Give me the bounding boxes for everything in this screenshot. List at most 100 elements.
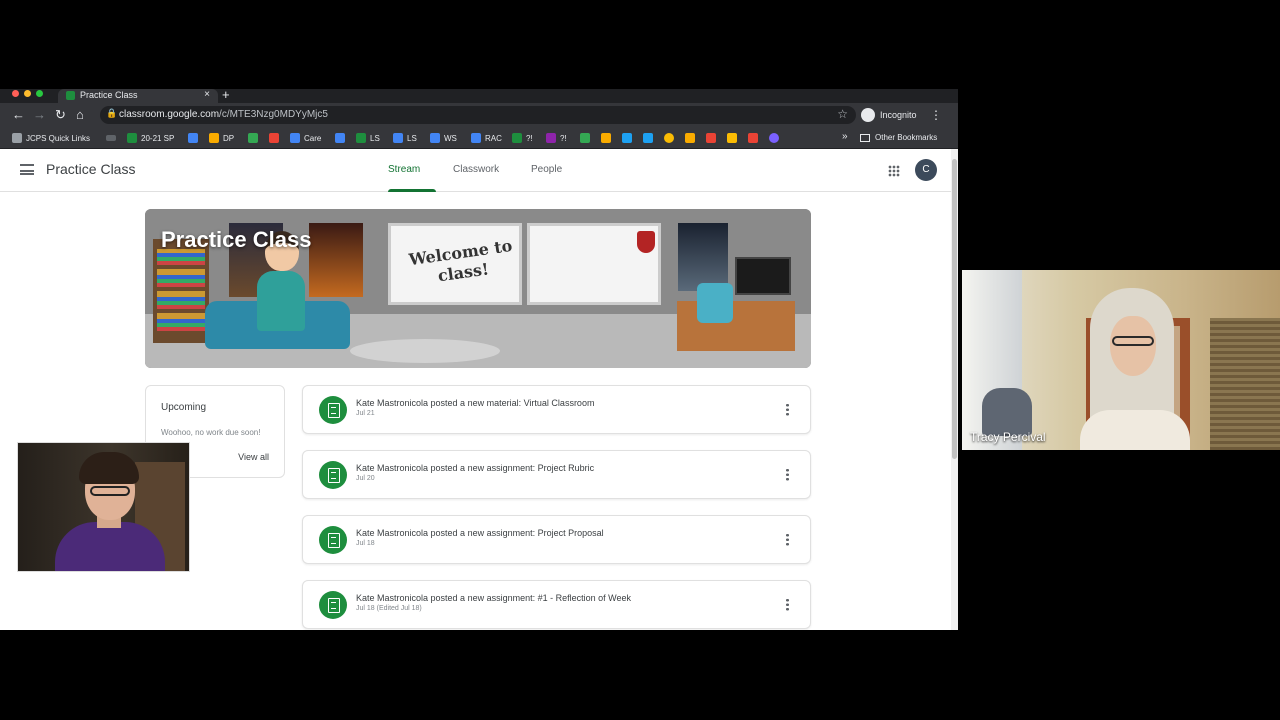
folder-icon (209, 133, 219, 143)
app-icon[interactable] (685, 133, 695, 143)
stream-post[interactable]: Kate Mastronicola posted a new assignmen… (302, 450, 811, 499)
back-arrow-icon[interactable]: ← (12, 107, 25, 123)
home-icon[interactable]: ⌂ (76, 107, 84, 123)
apps-icon (12, 133, 22, 143)
browser-tab-bar: Practice Class × + (0, 89, 958, 103)
participant-name: Tracy Percival (970, 430, 1046, 444)
map-icon[interactable] (580, 133, 590, 143)
stream-post[interactable]: Kate Mastronicola posted a new material:… (302, 385, 811, 434)
bookmark-item[interactable]: Care (290, 131, 321, 145)
bookmark-divider-icon (106, 135, 116, 141)
doc-icon (430, 133, 440, 143)
incognito-icon (861, 107, 875, 122)
bookmark-item[interactable]: LS (393, 131, 417, 145)
stream-post[interactable]: Kate Mastronicola posted a new assignmen… (302, 580, 811, 629)
avatar[interactable]: C (915, 159, 937, 181)
more-options-icon[interactable] (786, 533, 789, 546)
tab-title: Practice Class (80, 90, 138, 100)
bookmark-item[interactable]: RAC (471, 131, 502, 145)
video-chair (982, 388, 1032, 436)
plus-icon (127, 133, 137, 143)
bookmark-item[interactable]: JCPS Quick Links (12, 131, 90, 145)
bookmark-item[interactable]: ?! (546, 131, 567, 145)
tab-classwork[interactable]: Classwork (453, 164, 499, 175)
post-text: Kate Mastronicola posted a new material:… (356, 398, 595, 408)
incognito-indicator[interactable]: Incognito (861, 107, 917, 123)
plus-icon (356, 133, 366, 143)
close-window-icon[interactable] (12, 90, 19, 97)
participant-video-tile[interactable]: Tracy Percival (962, 270, 1280, 450)
forward-arrow-icon[interactable]: → (33, 107, 46, 123)
post-text: Kate Mastronicola posted a new assignmen… (356, 593, 631, 603)
stream-post[interactable]: Kate Mastronicola posted a new assignmen… (302, 515, 811, 564)
form-icon (546, 133, 556, 143)
upcoming-heading: Upcoming (161, 402, 207, 413)
self-video-tile[interactable] (17, 442, 190, 572)
twitter-icon[interactable] (622, 133, 632, 143)
doc-icon (471, 133, 481, 143)
bookmark-item[interactable]: WS (430, 131, 457, 145)
emoji-icon[interactable] (664, 133, 674, 143)
browser-tab[interactable]: Practice Class × (58, 89, 218, 103)
new-tab-icon[interactable]: + (222, 89, 230, 102)
outlook-icon[interactable] (188, 133, 198, 143)
banner-title: Practice Class (161, 227, 312, 252)
more-bookmarks-icon[interactable]: » (842, 131, 848, 142)
bookmark-item[interactable]: DP (209, 131, 234, 145)
page-scrollbar[interactable] (951, 149, 958, 630)
twitter-icon[interactable] (643, 133, 653, 143)
post-date: Jul 18 (356, 540, 375, 547)
desk (677, 301, 795, 351)
classroom-favicon-icon (66, 91, 75, 100)
browser-menu-icon[interactable]: ⋮ (930, 107, 942, 123)
app-icon[interactable] (601, 133, 611, 143)
url-text: classroom.google.com/c/MTE3Nzg0MDYyMjc5 (119, 109, 328, 120)
monitor (735, 257, 791, 295)
active-tab-indicator (388, 189, 436, 192)
classroom-icon[interactable] (248, 133, 258, 143)
app-icon[interactable] (748, 133, 758, 143)
avatar-body (257, 271, 305, 331)
app-icon[interactable] (706, 133, 716, 143)
other-bookmarks[interactable]: Other Bookmarks (860, 131, 937, 145)
doc-icon (290, 133, 300, 143)
poster (309, 223, 363, 297)
app-icon[interactable] (727, 133, 737, 143)
more-options-icon[interactable] (786, 468, 789, 481)
bookmark-item[interactable]: ?! (512, 131, 533, 145)
post-text: Kate Mastronicola posted a new assignmen… (356, 463, 595, 473)
minimize-window-icon[interactable] (24, 90, 31, 97)
tab-people[interactable]: People (531, 164, 562, 175)
bookmarks-bar: JCPS Quick Links 20-21 SP DP Care LS LS … (0, 127, 958, 149)
post-date: Jul 21 (356, 410, 375, 417)
class-banner: Welcome to class! Practice Class (145, 209, 811, 368)
close-tab-icon[interactable]: × (204, 89, 210, 101)
app-icon[interactable] (769, 133, 779, 143)
class-title[interactable]: Practice Class (46, 161, 135, 177)
bookmark-item[interactable]: 20-21 SP (127, 131, 174, 145)
folder-icon (860, 133, 870, 142)
doc-icon (393, 133, 403, 143)
address-bar[interactable]: 🔒 classroom.google.com/c/MTE3Nzg0MDYyMjc… (100, 106, 856, 124)
post-date: Jul 20 (356, 475, 375, 482)
bookmark-item[interactable]: LS (356, 131, 380, 145)
classroom-header: Practice Class Stream Classwork People C (0, 149, 958, 192)
menu-icon[interactable] (20, 164, 34, 175)
more-options-icon[interactable] (786, 598, 789, 611)
doc-icon[interactable] (335, 133, 345, 143)
video-blinds (1210, 318, 1280, 450)
post-text: Kate Mastronicola posted a new assignmen… (356, 528, 604, 538)
google-apps-icon[interactable] (888, 165, 900, 177)
plus-icon (512, 133, 522, 143)
bookmark-star-icon[interactable]: ☆ (837, 107, 848, 121)
material-icon (319, 396, 347, 424)
app-icon[interactable] (269, 133, 279, 143)
meeting-stage: Practice Class × + ← → ↻ ⌂ 🔒 classroom.g… (0, 0, 1280, 720)
assignment-icon (319, 461, 347, 489)
zoom-window-icon[interactable] (36, 90, 43, 97)
view-all-link[interactable]: View all (238, 452, 269, 462)
more-options-icon[interactable] (786, 403, 789, 416)
reload-icon[interactable]: ↻ (55, 107, 66, 123)
chair (697, 283, 733, 323)
tab-stream[interactable]: Stream (388, 164, 420, 175)
